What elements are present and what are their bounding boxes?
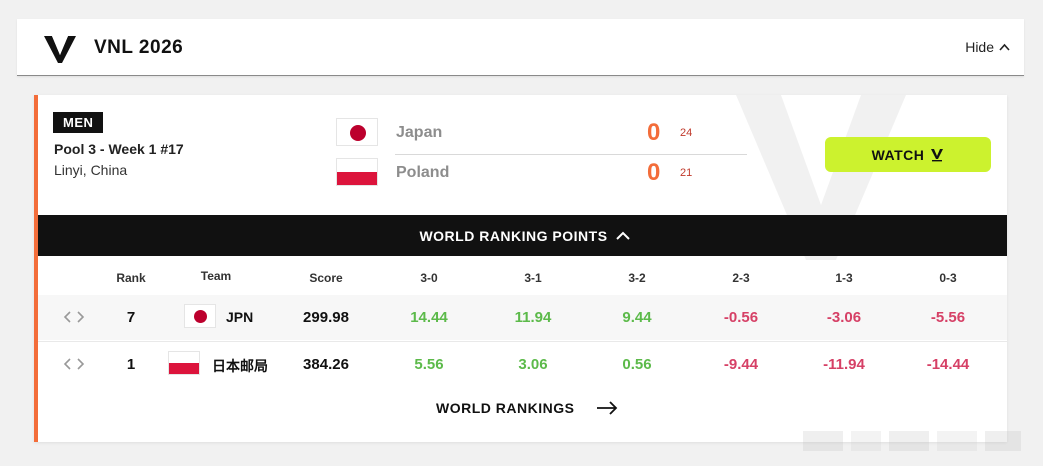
app-title: VNL 2026 xyxy=(94,37,184,58)
result-cell-3-0: 5.56 xyxy=(414,356,444,373)
result-cell-0-3: -5.56 xyxy=(930,309,966,326)
column-header-0-3: 0-3 xyxy=(939,271,957,285)
column-header-3-0: 3-0 xyxy=(420,271,438,285)
column-header-3-2: 3-2 xyxy=(628,271,646,285)
venue-info: Linyi, China xyxy=(54,162,128,178)
team-row-poland[interactable]: Poland 0 21 xyxy=(336,158,746,188)
rank-cell: 7 xyxy=(126,309,136,326)
team-points: 21 xyxy=(680,167,693,179)
team-sets: 0 xyxy=(647,159,661,186)
rank-cell: 1 xyxy=(126,356,136,373)
watch-button[interactable]: WATCH xyxy=(825,137,991,172)
poland-flag-icon xyxy=(168,351,200,375)
team-divider xyxy=(395,154,747,155)
code-arrows-icon[interactable] xyxy=(62,357,86,371)
vnl-logo-icon[interactable] xyxy=(43,33,77,65)
column-header-3-1: 3-1 xyxy=(524,271,542,285)
team-row-japan[interactable]: Japan 0 24 xyxy=(336,118,746,148)
column-header-1-3: 1-3 xyxy=(835,271,853,285)
arrow-right-icon xyxy=(597,401,618,415)
hide-button[interactable]: Hide xyxy=(965,39,1010,55)
vbtv-icon xyxy=(931,148,944,161)
result-cell-2-3: -0.56 xyxy=(723,309,759,326)
match-card: MEN Pool 3 - Week 1 #17 Linyi, China Jap… xyxy=(34,95,1007,442)
column-header-2-3: 2-3 xyxy=(732,271,750,285)
chevron-up-icon xyxy=(615,231,630,240)
chevron-up-icon xyxy=(999,43,1010,51)
result-cell-3-1: 3.06 xyxy=(518,356,548,373)
world-rankings-link[interactable]: WORLD RANKINGS xyxy=(436,400,618,416)
poland-flag-icon xyxy=(336,158,378,186)
column-header-team: Team xyxy=(200,269,232,283)
japan-flag-icon xyxy=(184,304,216,328)
result-cell-3-0: 14.44 xyxy=(410,309,448,326)
team-cell: JPN xyxy=(226,309,254,325)
score-cell: 299.98 xyxy=(303,309,349,326)
column-header-score: Score xyxy=(309,271,343,285)
watch-label: WATCH xyxy=(871,146,925,163)
result-cell-1-3: -11.94 xyxy=(823,356,865,373)
team-name: Poland xyxy=(396,164,450,181)
world-ranking-points-label: WORLD RANKING POINTS xyxy=(419,227,608,244)
score-cell: 384.26 xyxy=(303,356,349,373)
app-header: VNL 2026 Hide xyxy=(17,19,1024,76)
table-row: 7 JPN 299.98 14.44 11.94 9.44 -0.56 -3.0… xyxy=(38,295,1007,340)
gender-badge: MEN xyxy=(53,112,104,133)
pool-info: Pool 3 - Week 1 #17 xyxy=(54,141,184,157)
team-name: Japan xyxy=(396,124,443,141)
world-ranking-points-toggle[interactable]: WORLD RANKING POINTS xyxy=(38,215,1007,256)
hide-label: Hide xyxy=(965,39,994,55)
table-row: 1 日本邮局 384.26 5.56 3.06 0.56 -9.44 -11.9… xyxy=(38,341,1007,386)
world-rankings-label: WORLD RANKINGS xyxy=(436,400,575,416)
japan-flag-icon xyxy=(336,118,378,146)
result-cell-3-1: 11.94 xyxy=(514,309,552,326)
result-cell-3-2: 9.44 xyxy=(622,309,652,326)
result-cell-2-3: -9.44 xyxy=(723,356,759,373)
watermark-glyph-icon xyxy=(803,431,1021,451)
team-sets: 0 xyxy=(647,119,661,146)
team-cell: 日本邮局 xyxy=(212,358,268,374)
team-points: 24 xyxy=(680,127,693,139)
result-cell-0-3: -14.44 xyxy=(926,356,970,373)
code-arrows-icon[interactable] xyxy=(62,310,86,324)
result-cell-3-2: 0.56 xyxy=(622,356,652,373)
result-cell-1-3: -3.06 xyxy=(826,309,862,326)
column-header-rank: Rank xyxy=(116,271,146,285)
